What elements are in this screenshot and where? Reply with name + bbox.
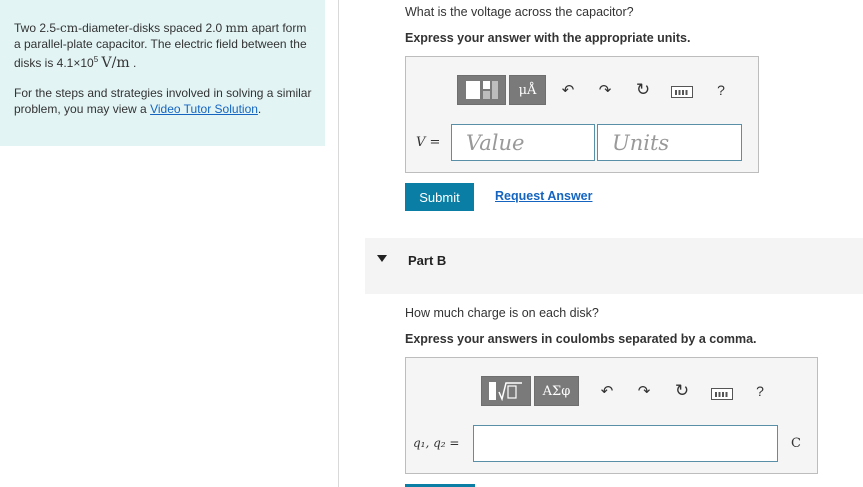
undo-icon[interactable]: ↶	[558, 81, 578, 99]
coulomb-unit: C	[791, 436, 801, 451]
problem-statement: Two 2.5-cm-diameter-disks spaced 2.0 mm …	[0, 0, 325, 146]
template-sqrt-icon	[489, 382, 522, 401]
request-answer-link[interactable]: Request Answer	[495, 189, 592, 203]
submit-button[interactable]: Submit	[405, 183, 474, 211]
redo-icon[interactable]: ↷	[634, 382, 654, 400]
column-divider	[338, 0, 339, 487]
template-button[interactable]	[457, 75, 506, 105]
help-text: For the steps and strategies involved in…	[14, 86, 312, 116]
units-input[interactable]: Units	[597, 124, 742, 161]
redo-icon[interactable]: ↷	[595, 81, 615, 99]
reset-icon[interactable]: ↻	[672, 381, 692, 401]
value-input[interactable]: Value	[451, 124, 595, 161]
charge-input[interactable]	[473, 425, 778, 462]
part-b-instruction: Express your answers in coulombs separat…	[405, 332, 757, 346]
keyboard-icon[interactable]	[711, 388, 733, 400]
help-icon[interactable]: ?	[711, 82, 731, 98]
template-icon	[465, 81, 498, 99]
part-b-question: How much charge is on each disk?	[405, 306, 599, 320]
template-button[interactable]	[481, 376, 531, 406]
part-b-label: Part B	[408, 253, 447, 268]
video-tutor-link[interactable]: Video Tutor Solution	[150, 102, 258, 116]
voltage-label: V =	[416, 135, 441, 150]
part-a-instruction: Express your answer with the appropriate…	[405, 31, 691, 45]
greek-button[interactable]: ΑΣφ	[534, 376, 579, 406]
keyboard-icon[interactable]	[671, 86, 693, 98]
undo-icon[interactable]: ↶	[597, 382, 617, 400]
units-button[interactable]: μÅ	[509, 75, 546, 105]
collapse-arrow-icon[interactable]	[377, 255, 387, 262]
part-a-question: What is the voltage across the capacitor…	[405, 5, 634, 19]
help-icon[interactable]: ?	[750, 383, 770, 399]
problem-text: Two 2.5-cm-diameter-disks spaced 2.0 mm …	[14, 21, 307, 71]
reset-icon[interactable]: ↻	[633, 80, 653, 100]
charge-label: q₁, q₂ =	[413, 436, 460, 450]
